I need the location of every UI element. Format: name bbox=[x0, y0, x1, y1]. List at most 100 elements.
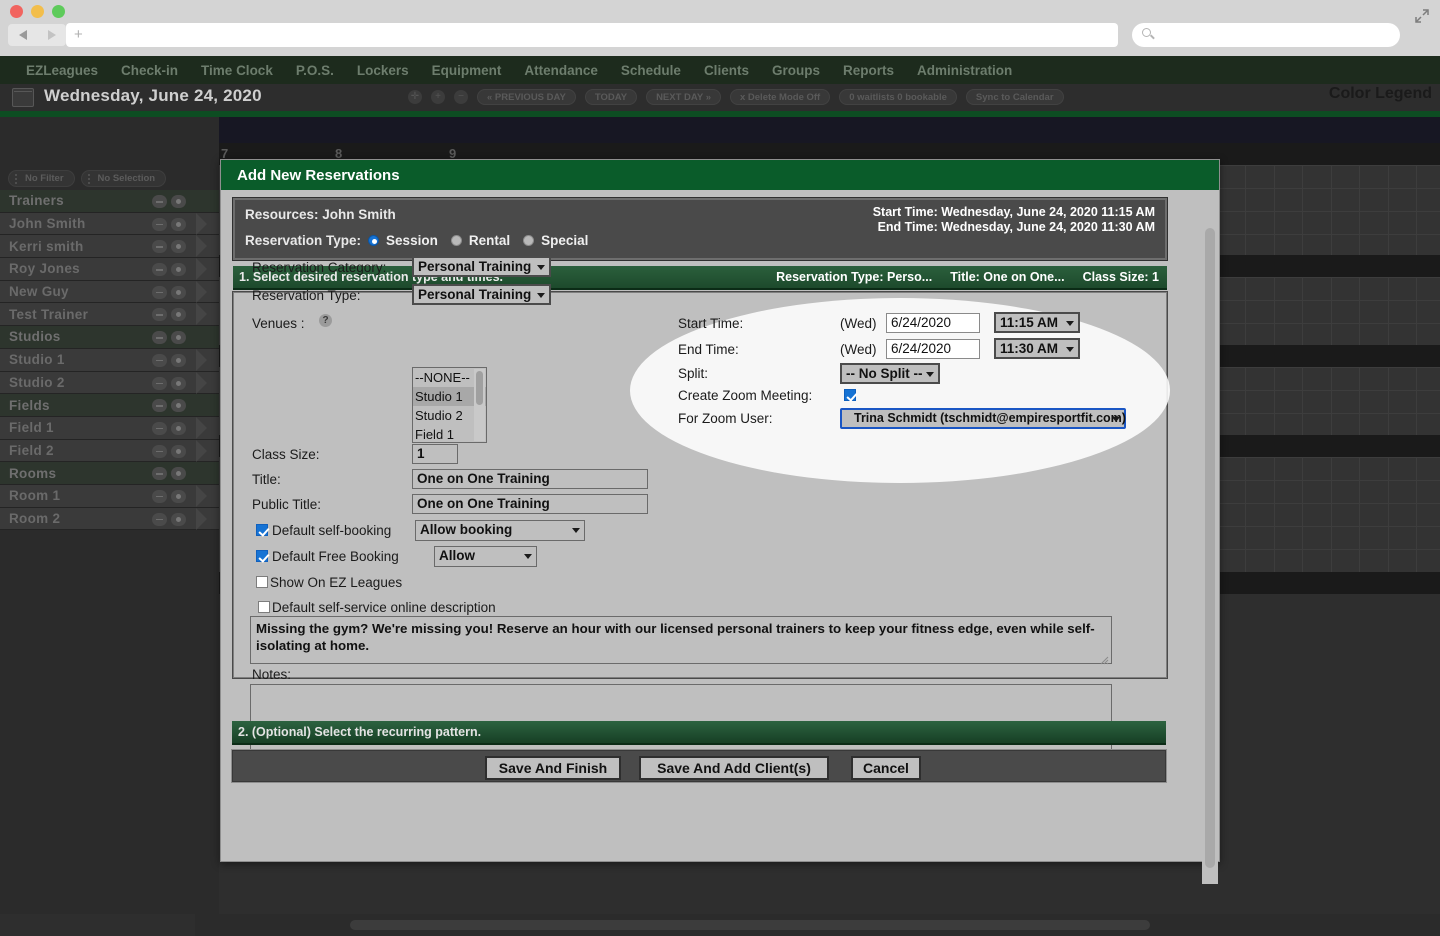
previous-day-button[interactable]: « PREVIOUS DAY bbox=[477, 89, 576, 105]
nav-item-schedule[interactable]: Schedule bbox=[621, 63, 681, 78]
nav-item-clients[interactable]: Clients bbox=[704, 63, 749, 78]
save-and-finish-button[interactable]: Save And Finish bbox=[485, 756, 621, 780]
show-on-ez-leagues-checkbox[interactable] bbox=[256, 576, 268, 588]
collapse-icon[interactable] bbox=[152, 331, 167, 345]
collapse-icon[interactable] bbox=[152, 467, 167, 481]
options-icon[interactable] bbox=[171, 512, 186, 526]
radio-rental[interactable] bbox=[450, 235, 462, 246]
horizontal-scrollbar[interactable] bbox=[0, 914, 1440, 936]
collapse-icon[interactable] bbox=[152, 285, 167, 299]
default-free-booking-select[interactable]: Allow bbox=[434, 546, 537, 567]
selection-button[interactable]: No Selection bbox=[80, 170, 167, 187]
resource-row[interactable]: Room 1 bbox=[0, 484, 219, 508]
resource-row[interactable]: Studio 2 bbox=[0, 371, 219, 395]
browser-nav-buttons[interactable] bbox=[8, 24, 66, 46]
nav-item-timeclock[interactable]: Time Clock bbox=[201, 63, 273, 78]
resource-row[interactable]: Field 2 bbox=[0, 439, 219, 463]
options-icon[interactable] bbox=[171, 489, 186, 503]
collapse-icon[interactable] bbox=[152, 376, 167, 390]
options-icon[interactable] bbox=[171, 217, 186, 231]
cancel-button[interactable]: Cancel bbox=[851, 756, 921, 780]
default-free-booking-checkbox[interactable] bbox=[256, 550, 268, 562]
venues-listbox[interactable]: --NONE-- Studio 1 Studio 2 Field 1 bbox=[412, 367, 487, 443]
waitlist-status-badge[interactable]: 0 waitlists 0 bookable bbox=[839, 89, 957, 105]
nav-item-administration[interactable]: Administration bbox=[917, 63, 1012, 78]
new-tab-icon[interactable]: + bbox=[74, 27, 83, 42]
default-self-booking-select[interactable]: Allow booking bbox=[415, 520, 585, 541]
calendar-icon[interactable] bbox=[12, 88, 34, 107]
options-icon[interactable] bbox=[171, 285, 186, 299]
zoom-user-select[interactable]: Trina Schmidt (tschmidt@empiresportfit.c… bbox=[840, 408, 1126, 429]
zoom-in-icon[interactable]: + bbox=[431, 90, 445, 104]
collapse-icon[interactable] bbox=[152, 240, 167, 254]
end-time-select[interactable]: 11:30 AM bbox=[994, 338, 1080, 359]
radio-special-label[interactable]: Special bbox=[541, 233, 588, 248]
default-online-description-checkbox[interactable] bbox=[258, 601, 270, 613]
nav-item-lockers[interactable]: Lockers bbox=[357, 63, 409, 78]
title-input[interactable]: One on One Training bbox=[412, 469, 648, 489]
options-icon[interactable] bbox=[171, 399, 186, 413]
options-icon[interactable] bbox=[171, 376, 186, 390]
reservation-type-select[interactable]: Personal Training bbox=[412, 284, 552, 305]
options-icon[interactable] bbox=[171, 263, 186, 277]
collapse-icon[interactable] bbox=[152, 195, 167, 208]
collapse-icon[interactable] bbox=[152, 399, 167, 413]
reservation-category-select[interactable]: Personal Training bbox=[412, 256, 552, 277]
collapse-icon[interactable] bbox=[152, 489, 167, 503]
options-icon[interactable] bbox=[171, 421, 186, 435]
default-self-booking-checkbox[interactable] bbox=[256, 524, 268, 536]
public-title-input[interactable]: One on One Training bbox=[412, 494, 648, 514]
resource-row[interactable]: Field 1 bbox=[0, 416, 219, 440]
create-zoom-meeting-checkbox[interactable] bbox=[844, 389, 856, 401]
resource-group-row[interactable]: Fields bbox=[0, 394, 219, 417]
resource-row[interactable]: Kerri smith bbox=[0, 235, 219, 259]
radio-special[interactable] bbox=[523, 235, 535, 246]
maximize-window-button[interactable] bbox=[52, 5, 65, 18]
nav-item-groups[interactable]: Groups bbox=[772, 63, 820, 78]
color-legend-label[interactable]: Color Legend bbox=[1329, 85, 1432, 103]
dialog-scrollbar-thumb[interactable] bbox=[1205, 228, 1215, 868]
help-icon[interactable]: ? bbox=[319, 314, 332, 327]
options-icon[interactable] bbox=[171, 467, 186, 481]
start-date-input[interactable]: 6/24/2020 bbox=[886, 313, 980, 333]
options-icon[interactable] bbox=[171, 331, 186, 345]
split-select[interactable]: -- No Split -- bbox=[840, 363, 940, 384]
nav-item-checkin[interactable]: Check-in bbox=[121, 63, 178, 78]
class-size-input[interactable]: 1 bbox=[412, 444, 458, 464]
online-description-textarea[interactable]: Missing the gym? We're missing you! Rese… bbox=[250, 616, 1112, 664]
filter-button[interactable]: No Filter bbox=[8, 170, 75, 187]
options-icon[interactable] bbox=[171, 308, 186, 322]
collapse-icon[interactable] bbox=[152, 308, 167, 322]
collapse-icon[interactable] bbox=[152, 353, 167, 367]
options-icon[interactable] bbox=[171, 240, 186, 254]
nav-item-reports[interactable]: Reports bbox=[843, 63, 894, 78]
address-bar[interactable] bbox=[66, 23, 1118, 47]
collapse-icon[interactable] bbox=[152, 444, 167, 458]
venues-scrollbar-thumb[interactable] bbox=[476, 371, 483, 405]
nav-item-pos[interactable]: P.O.S. bbox=[296, 63, 334, 78]
horizontal-scrollbar-thumb[interactable] bbox=[350, 920, 1150, 930]
radio-session-label[interactable]: Session bbox=[386, 233, 438, 248]
collapse-icon[interactable] bbox=[152, 217, 167, 231]
end-date-input[interactable]: 6/24/2020 bbox=[886, 339, 980, 359]
resize-grip[interactable] bbox=[1100, 652, 1109, 665]
resource-row[interactable]: Studio 1 bbox=[0, 348, 219, 372]
save-and-add-clients-button[interactable]: Save And Add Client(s) bbox=[639, 756, 829, 780]
delete-mode-button[interactable]: x Delete Mode Off bbox=[729, 89, 831, 105]
resource-group-row[interactable]: Trainers bbox=[0, 190, 219, 213]
resource-group-row[interactable]: Rooms bbox=[0, 462, 219, 485]
options-icon[interactable] bbox=[171, 353, 186, 367]
search-input[interactable] bbox=[1132, 23, 1400, 47]
collapse-icon[interactable] bbox=[152, 263, 167, 277]
sync-to-calendar-button[interactable]: Sync to Calendar bbox=[965, 89, 1064, 105]
resource-row[interactable]: John Smith bbox=[0, 212, 219, 236]
zoom-out-icon[interactable]: − bbox=[454, 90, 468, 104]
options-icon[interactable] bbox=[171, 195, 186, 208]
resource-row[interactable]: Roy Jones bbox=[0, 258, 219, 281]
venues-scrollbar[interactable] bbox=[474, 369, 485, 441]
options-icon[interactable] bbox=[171, 444, 186, 458]
next-day-button[interactable]: NEXT DAY » bbox=[646, 89, 721, 105]
today-button[interactable]: TODAY bbox=[584, 89, 638, 105]
start-time-select[interactable]: 11:15 AM bbox=[994, 312, 1080, 333]
collapse-icon[interactable] bbox=[152, 421, 167, 435]
